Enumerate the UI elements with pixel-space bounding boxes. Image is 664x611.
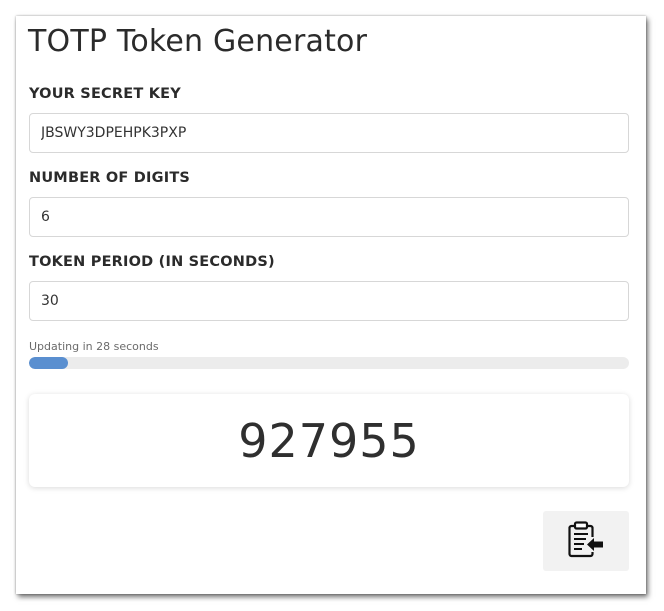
digits-label: NUMBER OF DIGITS [29, 170, 191, 186]
progress-bar-fill [29, 357, 68, 369]
token-value: 927955 [238, 413, 420, 468]
page-title: TOTP Token Generator [28, 24, 368, 59]
digits-input[interactable] [29, 197, 629, 237]
progress-bar [29, 357, 629, 369]
secret-key-label: YOUR SECRET KEY [29, 86, 181, 102]
secret-key-input[interactable] [29, 113, 629, 153]
progress-status-text: Updating in 28 seconds [29, 340, 159, 353]
period-input[interactable] [29, 281, 629, 321]
copy-token-button[interactable] [543, 511, 629, 571]
period-label: TOKEN PERIOD (IN SECONDS) [29, 254, 275, 270]
token-generator-card: TOTP Token Generator YOUR SECRET KEY NUM… [16, 16, 646, 594]
token-display: 927955 [29, 394, 629, 487]
clipboard-copy-icon [567, 520, 605, 563]
